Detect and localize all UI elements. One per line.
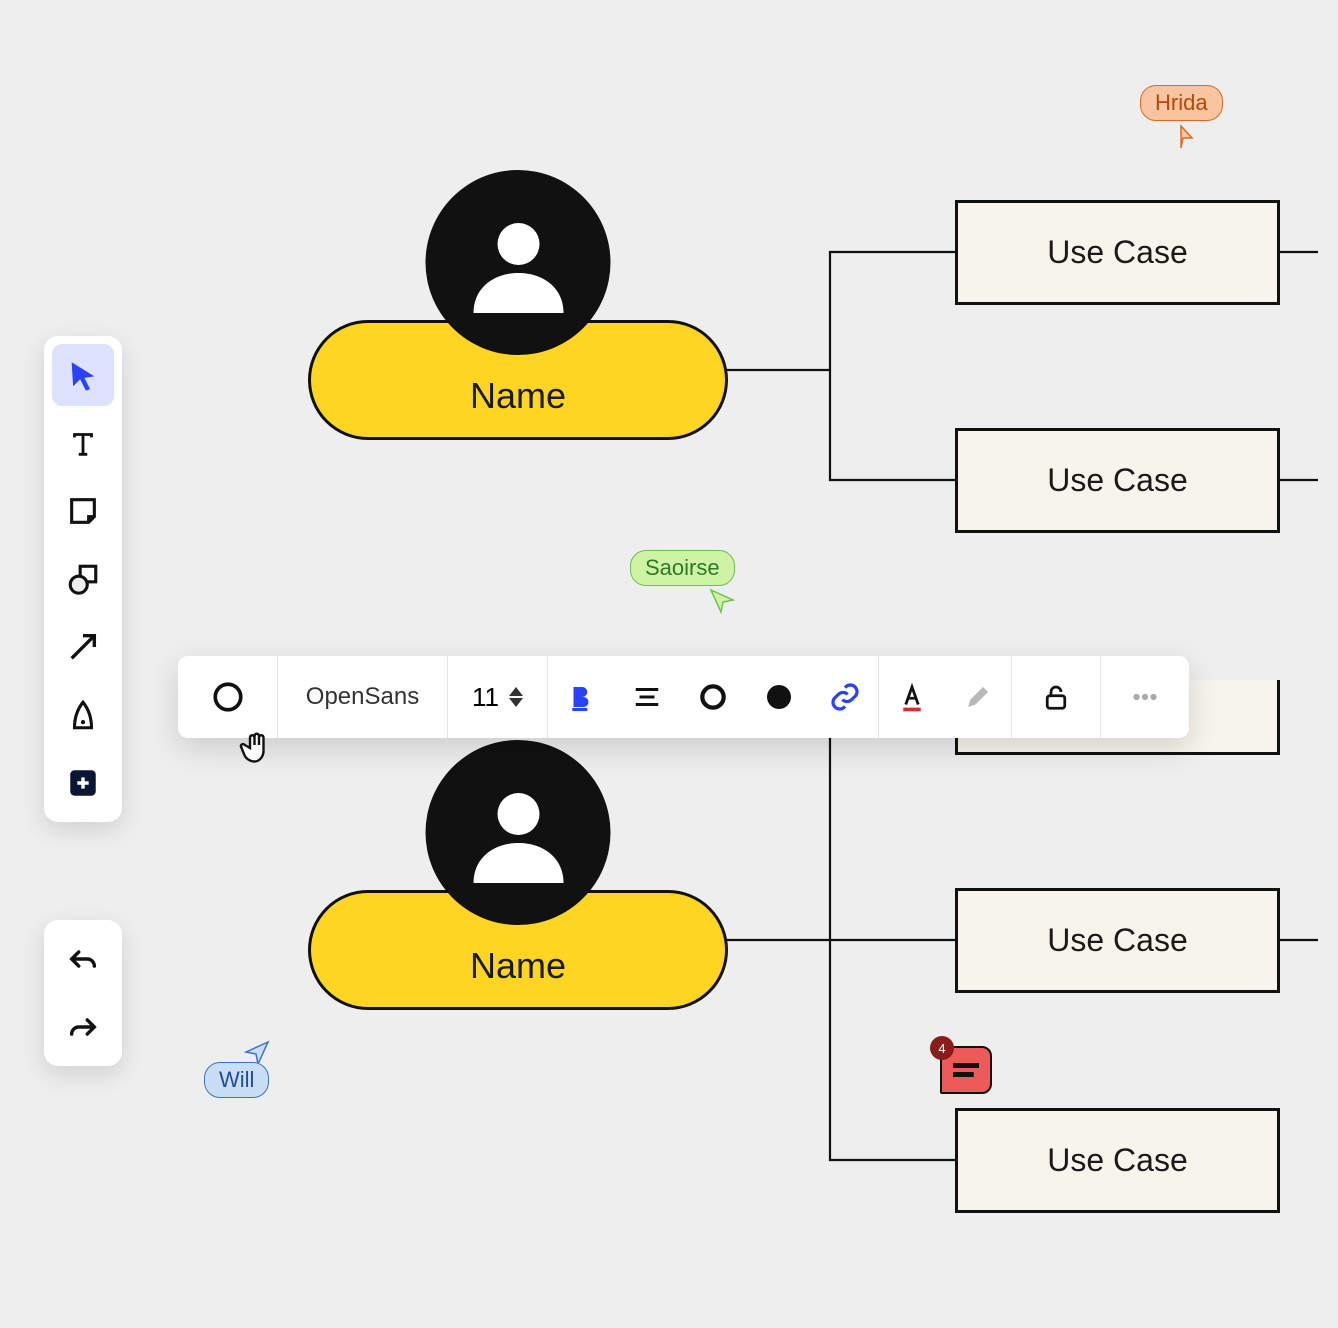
cursor-pointer-icon: [709, 588, 735, 614]
cursor-pointer-icon: [1168, 124, 1194, 150]
shapes-icon: [66, 562, 100, 596]
chevron-up-icon[interactable]: [509, 687, 523, 696]
stroke-color-button[interactable]: [680, 656, 746, 738]
circle-outline-icon: [211, 680, 245, 714]
usecase-box[interactable]: Use Case: [955, 200, 1280, 305]
pen-tool-button[interactable]: [52, 684, 114, 746]
collaborator-cursor-will: Will: [204, 1040, 270, 1098]
pencil-icon: [963, 682, 993, 712]
canvas[interactable]: Use Case Use Case Use Case Use Case Use …: [20, 20, 1318, 1308]
usecase-box[interactable]: Use Case: [955, 428, 1280, 533]
font-family-label: OpenSans: [306, 683, 419, 711]
cursor-label: Hrida: [1140, 85, 1223, 121]
font-family-select[interactable]: OpenSans: [278, 656, 448, 738]
toolbox: [44, 336, 122, 822]
chevron-down-icon[interactable]: [509, 698, 523, 707]
edit-button[interactable]: [945, 656, 1011, 738]
text-color-button[interactable]: [879, 656, 945, 738]
text-tool-button[interactable]: [52, 412, 114, 474]
fill-color-button[interactable]: [746, 656, 812, 738]
usecase-label: Use Case: [1047, 462, 1188, 499]
circle-filled-icon: [763, 681, 795, 713]
actor-avatar-icon: [426, 170, 611, 355]
circle-outline-icon: [697, 681, 729, 713]
actor-label: Name: [470, 375, 566, 417]
usecase-box[interactable]: Use Case: [955, 888, 1280, 993]
undo-icon: [66, 942, 100, 976]
bold-button[interactable]: [548, 656, 614, 738]
cursor-label-text: Will: [219, 1067, 254, 1092]
text-icon: [66, 426, 100, 460]
align-center-icon: [632, 682, 662, 712]
format-toolbar: OpenSans 11: [178, 656, 1189, 738]
sticky-note-icon: [66, 494, 100, 528]
font-size-value: 11: [472, 682, 499, 713]
font-size-stepper[interactable]: 11: [448, 656, 548, 738]
actor-label: Name: [470, 945, 566, 987]
collaborator-cursor-hrida: Hrida: [1140, 85, 1223, 150]
select-tool-button[interactable]: [52, 344, 114, 406]
usecase-label: Use Case: [1047, 922, 1188, 959]
plus-square-icon: [66, 766, 100, 800]
arrow-tool-button[interactable]: [52, 616, 114, 678]
more-options-button[interactable]: [1101, 656, 1189, 738]
ellipsis-icon: [1128, 680, 1162, 714]
shape-tool-button[interactable]: [52, 548, 114, 610]
unlock-icon: [1041, 682, 1071, 712]
redo-button[interactable]: [52, 996, 114, 1058]
cursor-label-text: Hrida: [1155, 90, 1208, 115]
add-tool-button[interactable]: [52, 752, 114, 814]
actor-shape[interactable]: Name: [308, 740, 728, 1010]
link-icon: [829, 681, 861, 713]
text-color-icon: [897, 682, 927, 712]
cursor-label: Will: [204, 1062, 269, 1098]
sticky-note-tool-button[interactable]: [52, 480, 114, 542]
collaborator-cursor-saoirse: Saoirse: [630, 550, 735, 614]
comment-indicator[interactable]: 4: [940, 1046, 992, 1094]
usecase-label: Use Case: [1047, 1142, 1188, 1179]
cursor-label-text: Saoirse: [645, 555, 720, 580]
comment-count-badge: 4: [930, 1036, 954, 1060]
bold-icon: [566, 682, 596, 712]
pen-icon: [66, 698, 100, 732]
comment-lines-icon: [953, 1063, 979, 1077]
cursor-icon: [66, 358, 100, 392]
shape-picker-button[interactable]: [195, 656, 261, 738]
hand-cursor-icon: [238, 730, 274, 771]
align-button[interactable]: [614, 656, 680, 738]
cursor-label: Saoirse: [630, 550, 735, 586]
link-button[interactable]: [812, 656, 878, 738]
arrow-icon: [66, 630, 100, 664]
lock-button[interactable]: [1012, 656, 1100, 738]
usecase-box[interactable]: Use Case: [955, 1108, 1280, 1213]
redo-icon: [66, 1010, 100, 1044]
usecase-label: Use Case: [1047, 234, 1188, 271]
actor-avatar-icon: [426, 740, 611, 925]
actor-shape[interactable]: Name: [308, 170, 728, 440]
stepper-arrows[interactable]: [509, 687, 523, 707]
comment-count: 4: [938, 1041, 945, 1056]
history-toolbox: [44, 920, 122, 1066]
undo-button[interactable]: [52, 928, 114, 990]
